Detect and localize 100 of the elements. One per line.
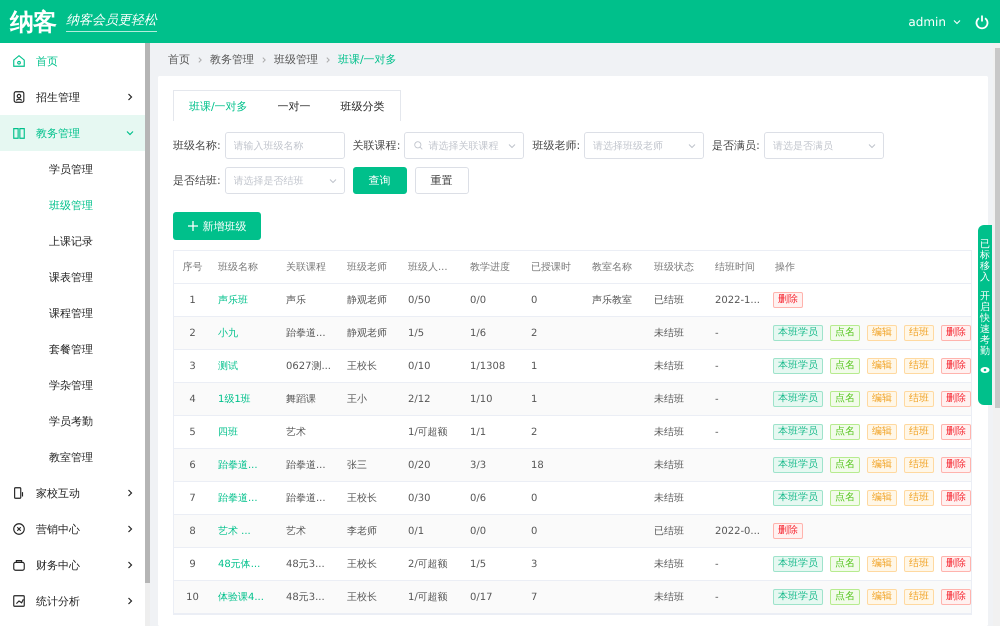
select-field[interactable]: 请选择班级老师 <box>584 132 704 159</box>
sidebar-subitem[interactable]: 上课记录 <box>0 223 145 259</box>
action-button[interactable]: 删除 <box>941 589 971 605</box>
action-button[interactable]: 结班 <box>904 490 934 506</box>
action-button[interactable]: 删除 <box>941 457 971 473</box>
sidebar-item[interactable]: 财务中心 <box>0 547 145 583</box>
action-button[interactable]: 结班 <box>904 358 934 374</box>
table-cell-text: 舞蹈课 <box>285 392 317 406</box>
query-button[interactable]: 查询 <box>352 167 407 194</box>
table-cell-text: 0/17 <box>469 592 494 602</box>
action-button[interactable]: 删除 <box>941 556 971 572</box>
sidebar-subitem[interactable]: 教室管理 <box>0 439 145 475</box>
class-name-link[interactable]: 小九 <box>211 326 279 340</box>
sidebar-subitem[interactable]: 课程管理 <box>0 295 145 331</box>
action-button[interactable]: 删除 <box>941 325 971 341</box>
table-cell-text: - <box>714 360 720 372</box>
add-class-button[interactable]: 新增班级 <box>173 212 261 240</box>
sidebar-subitem[interactable]: 套餐管理 <box>0 331 145 367</box>
class-name-link[interactable]: 四班 <box>211 425 279 439</box>
action-button[interactable]: 编辑 <box>867 490 897 506</box>
class-name-link[interactable]: 48元体... <box>211 557 279 571</box>
sidebar-subitem[interactable]: 课表管理 <box>0 259 145 295</box>
scrollbar-thumb[interactable] <box>995 48 1000 408</box>
sidebar-item[interactable]: 教务管理 <box>0 115 145 151</box>
action-button[interactable]: 编辑 <box>867 358 897 374</box>
action-button[interactable]: 编辑 <box>867 424 897 440</box>
select-field[interactable]: 请选择是否结班 <box>224 167 345 194</box>
input-field[interactable]: 请输入班级名称 <box>224 132 345 159</box>
sidebar-subitem[interactable]: 学杂管理 <box>0 367 145 403</box>
eye-icon <box>980 365 990 375</box>
sidebar-subitem[interactable]: 学员考勤 <box>0 403 145 439</box>
action-button[interactable]: 点名 <box>830 589 860 605</box>
action-button[interactable]: 点名 <box>830 457 860 473</box>
action-button[interactable]: 编辑 <box>867 589 897 605</box>
reset-button[interactable]: 重置 <box>414 167 469 194</box>
action-button[interactable]: 点名 <box>830 490 860 506</box>
action-button[interactable]: 结班 <box>904 556 934 572</box>
action-button[interactable]: 本班学员 <box>773 490 823 506</box>
table-cell-text: 48元3... <box>285 591 326 604</box>
user-menu[interactable]: admin <box>908 14 946 28</box>
sidebar-item[interactable]: 统计分析 <box>0 583 145 619</box>
table-cell-text: 跆拳道... <box>285 459 327 472</box>
class-name-link[interactable]: 1级1班 <box>211 392 279 406</box>
side-tab[interactable]: 已标移入 开启快速考勤 <box>978 225 992 405</box>
action-button[interactable]: 编辑 <box>867 391 897 407</box>
class-name-link[interactable]: 跆拳道... <box>211 458 279 472</box>
action-button[interactable]: 点名 <box>830 358 860 374</box>
tab[interactable]: 班级分类 <box>326 91 400 121</box>
action-button[interactable]: 删除 <box>941 358 971 374</box>
action-button[interactable]: 删除 <box>941 424 971 440</box>
filter-label: 班级老师: <box>532 138 580 153</box>
class-name-link[interactable]: 声乐班 <box>211 293 279 307</box>
action-button[interactable]: 本班学员 <box>773 358 823 374</box>
action-button[interactable]: 本班学员 <box>773 325 823 341</box>
breadcrumb-item[interactable]: 班级管理 <box>274 52 318 67</box>
sidebar-subitem[interactable]: 学员管理 <box>0 151 145 187</box>
action-button[interactable]: 点名 <box>830 556 860 572</box>
select-field[interactable]: 请选是否满员 <box>764 132 884 159</box>
table-cell-text: - <box>714 328 720 338</box>
action-button[interactable]: 删除 <box>941 490 971 506</box>
action-button[interactable]: 删除 <box>941 391 971 407</box>
table-cell-text: 1/可超额 <box>407 426 449 439</box>
home-icon <box>12 54 26 68</box>
action-button[interactable]: 点名 <box>830 325 860 341</box>
action-button[interactable]: 本班学员 <box>773 391 823 407</box>
action-button[interactable]: 点名 <box>830 391 860 407</box>
action-button[interactable]: 点名 <box>830 424 860 440</box>
action-button[interactable]: 编辑 <box>867 325 897 341</box>
action-button[interactable]: 结班 <box>904 589 934 605</box>
sidebar-item[interactable]: 家校互动 <box>0 475 145 511</box>
action-button[interactable]: 结班 <box>904 424 934 440</box>
table-cell-text: 2 <box>188 328 197 338</box>
breadcrumb-item[interactable]: 教务管理 <box>210 52 254 67</box>
select-field[interactable]: 请选择关联课程 <box>404 132 524 159</box>
tab[interactable]: 班课/一对多 <box>174 91 263 121</box>
action-button[interactable]: 本班学员 <box>773 424 823 440</box>
breadcrumb-item[interactable]: 首页 <box>168 52 190 67</box>
action-button[interactable]: 结班 <box>904 457 934 473</box>
table-cell-text: 1 <box>188 294 197 306</box>
action-button[interactable]: 本班学员 <box>773 589 823 605</box>
action-button[interactable]: 本班学员 <box>773 457 823 473</box>
action-button[interactable]: 结班 <box>904 325 934 341</box>
action-button[interactable]: 编辑 <box>867 457 897 473</box>
tab[interactable]: 一对一 <box>262 91 326 121</box>
action-button[interactable]: 本班学员 <box>773 556 823 572</box>
scrollbar-thumb[interactable] <box>145 43 150 583</box>
class-name-link[interactable]: 艺术 ... <box>211 524 279 538</box>
sidebar-item[interactable]: 招生管理 <box>0 79 145 115</box>
action-button[interactable]: 删除 <box>773 292 803 308</box>
action-button[interactable]: 编辑 <box>867 556 897 572</box>
power-icon[interactable] <box>974 14 990 30</box>
class-name-link[interactable]: 体验课4... <box>211 590 279 604</box>
class-name-link[interactable]: 跆拳道... <box>211 491 279 505</box>
class-name-link[interactable]: 测试 <box>211 359 279 373</box>
breadcrumb-item: 班课/一对多 <box>338 52 397 67</box>
sidebar-item[interactable]: 营销中心 <box>0 511 145 547</box>
sidebar-subitem[interactable]: 班级管理 <box>0 187 145 223</box>
action-button[interactable]: 删除 <box>773 523 803 539</box>
sidebar-item[interactable]: 首页 <box>0 43 145 79</box>
action-button[interactable]: 结班 <box>904 391 934 407</box>
